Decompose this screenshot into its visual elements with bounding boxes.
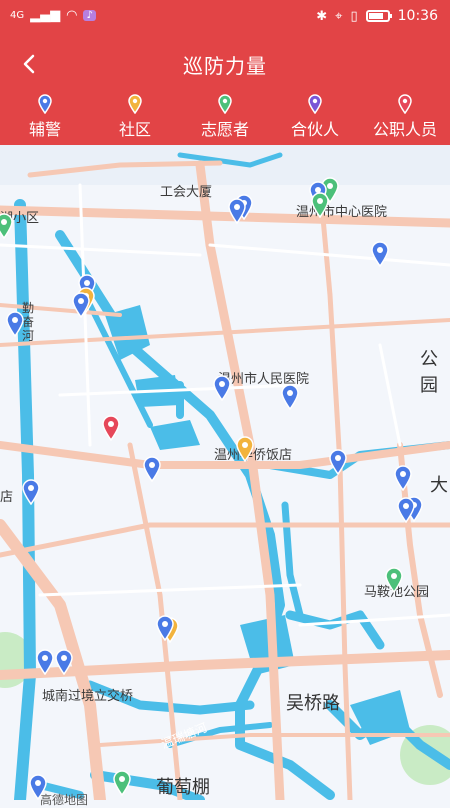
map-pin-auxiliary-police[interactable] — [370, 241, 390, 267]
map-label-area[interactable]: 葡萄棚 — [156, 773, 210, 799]
map-pin-icon — [38, 94, 52, 114]
map-pin-auxiliary-police[interactable] — [280, 384, 300, 410]
map-pin-volunteer[interactable] — [0, 213, 14, 239]
map-pin-icon — [72, 292, 90, 318]
location-icon: ⌖ — [335, 8, 343, 24]
map-pin-icon — [394, 465, 412, 491]
map-view[interactable]: 工会大厦 温州市中心医院 湖小区 勤奋河 温州市人民医院 温州华侨饭店 公园 大… — [0, 145, 450, 807]
map-pin-icon — [397, 497, 415, 523]
legend-label: 辅警 — [28, 120, 61, 139]
map-pin-icon — [228, 198, 246, 224]
map-pin-auxiliary-police[interactable] — [71, 292, 91, 318]
page-title: 巡防力量 — [183, 54, 267, 78]
map-label-poi[interactable]: 工会大厦 — [160, 181, 212, 200]
map-pin-volunteer[interactable] — [384, 567, 404, 593]
map-pin-icon — [29, 774, 47, 800]
map-pin-auxiliary-police[interactable] — [328, 449, 348, 475]
map-pin-icon — [281, 384, 299, 410]
map-pin-auxiliary-police[interactable] — [54, 649, 74, 675]
legend-item-volunteer[interactable]: 志愿者 — [180, 94, 270, 142]
map-pin-icon — [102, 415, 120, 441]
status-right: ✱ ⌖ ▯ 10:36 — [316, 8, 438, 24]
map-pin-icon — [218, 94, 232, 114]
clock: 10:36 — [397, 8, 438, 24]
map-pin-auxiliary-police[interactable] — [28, 774, 48, 800]
map-pin-volunteer[interactable] — [112, 770, 132, 796]
app-header: 4G ▂▄▆ ◠ ♪ ✱ ⌖ ▯ 10:36 巡防力量 辅警 社区 志愿者 合伙… — [0, 0, 450, 145]
map-pin-auxiliary-police[interactable] — [155, 615, 175, 641]
map-pin-icon — [213, 375, 231, 401]
map-pin-icon — [308, 94, 322, 114]
bluetooth-icon: ✱ — [316, 8, 328, 24]
map-label-road[interactable]: 吴桥路 — [286, 689, 340, 715]
battery-icon — [365, 10, 392, 22]
map-pin-auxiliary-police[interactable] — [35, 649, 55, 675]
map-label-poi[interactable]: 店 — [0, 486, 13, 505]
map-pin-volunteer[interactable] — [310, 192, 330, 218]
map-pin-auxiliary-police[interactable] — [21, 479, 41, 505]
map-label-area[interactable]: 大 — [430, 471, 448, 497]
signal-icon: ▂▄▆ — [30, 8, 61, 23]
legend-label: 公职人员 — [372, 120, 437, 139]
legend-label: 社区 — [118, 120, 151, 139]
map-pin-icon — [371, 241, 389, 267]
legend-label: 志愿者 — [200, 120, 249, 139]
map-pin-auxiliary-police[interactable] — [393, 465, 413, 491]
wifi-icon: ◠ — [66, 8, 78, 23]
legend-item-partner[interactable]: 合伙人 — [270, 94, 360, 142]
map-pin-icon — [311, 192, 329, 218]
map-pin-community[interactable] — [235, 436, 255, 462]
map-pin-icon — [398, 94, 412, 114]
title-bar: 巡防力量 — [0, 44, 450, 84]
map-pin-icon — [236, 436, 254, 462]
map-pin-icon — [329, 449, 347, 475]
vibrate-icon: ▯ — [350, 8, 358, 24]
map-pin-auxiliary-police[interactable] — [212, 375, 232, 401]
legend-item-public-official[interactable]: 公职人员 — [360, 94, 450, 142]
map-pin-icon — [55, 649, 73, 675]
map-pin-icon — [113, 770, 131, 796]
legend-item-community[interactable]: 社区 — [90, 94, 180, 142]
map-pin-icon — [22, 479, 40, 505]
map-pin-icon — [385, 567, 403, 593]
map-label-poi[interactable]: 城南过境立交桥 — [42, 685, 133, 704]
map-pin-auxiliary-police[interactable] — [142, 456, 162, 482]
legend-bar: 辅警 社区 志愿者 合伙人 公职人员 — [0, 94, 450, 142]
map-pin-icon — [143, 456, 161, 482]
map-pin-icon — [128, 94, 142, 114]
signal-text: 4G — [10, 10, 25, 21]
map-pin-auxiliary-police[interactable] — [227, 198, 247, 224]
map-pin-icon — [36, 649, 54, 675]
map-label-area[interactable]: 公园 — [420, 345, 450, 397]
map-pin-icon — [6, 311, 24, 337]
map-pin-auxiliary-police[interactable] — [396, 497, 416, 523]
map-pin-icon — [156, 615, 174, 641]
app-notify-icon: ♪ — [83, 10, 96, 21]
status-bar: 4G ▂▄▆ ◠ ♪ ✱ ⌖ ▯ 10:36 — [0, 0, 450, 34]
status-left: 4G ▂▄▆ ◠ ♪ — [10, 8, 96, 23]
map-pin-auxiliary-police[interactable] — [5, 311, 25, 337]
map-pin-icon — [0, 213, 13, 239]
map-pin-public-official[interactable] — [101, 415, 121, 441]
legend-item-auxiliary-police[interactable]: 辅警 — [0, 94, 90, 142]
legend-label: 合伙人 — [290, 120, 339, 139]
